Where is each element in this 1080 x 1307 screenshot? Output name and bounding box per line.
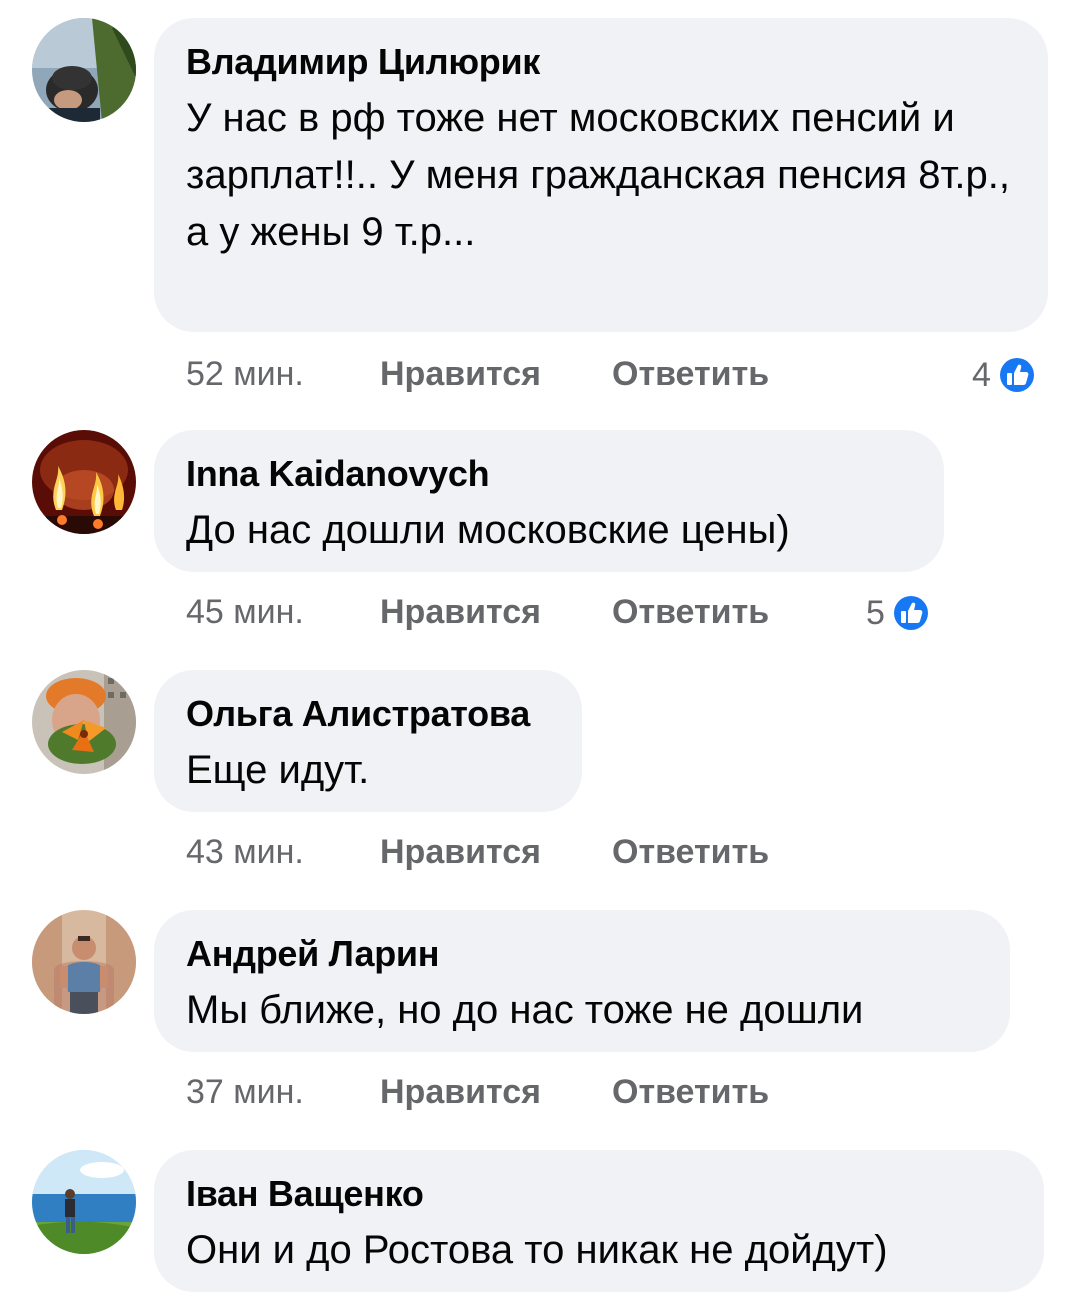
comment-actions: 37 мин. Нравится Ответить: [186, 1072, 786, 1112]
like-button[interactable]: Нравится: [380, 592, 541, 632]
comment-actions: 43 мин. Нравится Ответить: [186, 832, 786, 872]
reaction-count[interactable]: 4: [972, 352, 1037, 395]
timestamp[interactable]: 37 мин.: [186, 1072, 304, 1112]
avatar[interactable]: [32, 18, 136, 122]
author-name[interactable]: Ольга Алистратова: [186, 692, 548, 736]
avatar[interactable]: [32, 910, 136, 1014]
comment-actions: 45 мин. Нравится Ответить: [186, 592, 786, 632]
like-icon: [997, 355, 1037, 395]
comment-text: До нас дошли московские цены): [186, 508, 790, 552]
like-button[interactable]: Нравится: [380, 354, 541, 394]
reply-button[interactable]: Ответить: [612, 1072, 769, 1112]
reaction-count[interactable]: 5: [866, 590, 931, 633]
reaction-number: 5: [866, 594, 885, 633]
avatar[interactable]: [32, 670, 136, 774]
author-name[interactable]: Іван Ващенко: [186, 1172, 1010, 1216]
comment-text: Мы ближе, но до нас тоже не дошли: [186, 988, 864, 1032]
reply-button[interactable]: Ответить: [612, 832, 769, 872]
reaction-number: 4: [972, 356, 991, 395]
comment-text: Они и до Ростова то никак не дойдут): [186, 1228, 888, 1272]
timestamp[interactable]: 52 мин.: [186, 354, 304, 394]
comment-text: У нас в рф тоже нет московских пенсий и …: [186, 96, 1010, 254]
comment-bubble: Inna Kaidanovych До нас дошли московские…: [154, 430, 944, 572]
reply-button[interactable]: Ответить: [612, 354, 769, 394]
like-icon: [891, 593, 931, 633]
author-name[interactable]: Андрей Ларин: [186, 932, 976, 976]
comment-bubble: Владимир Цилюрик У нас в рф тоже нет мос…: [154, 18, 1048, 332]
timestamp[interactable]: 43 мин.: [186, 832, 304, 872]
reply-button[interactable]: Ответить: [612, 592, 769, 632]
comment-bubble: Ольга Алистратова Еще идут.: [154, 670, 582, 812]
avatar[interactable]: [32, 1150, 136, 1254]
author-name[interactable]: Владимир Цилюрик: [186, 40, 1014, 84]
comment-text: Еще идут.: [186, 748, 370, 792]
author-name[interactable]: Inna Kaidanovych: [186, 452, 910, 496]
comment-actions: 52 мин. Нравится Ответить: [186, 354, 786, 394]
timestamp[interactable]: 45 мин.: [186, 592, 304, 632]
comment-bubble: Іван Ващенко Они и до Ростова то никак н…: [154, 1150, 1044, 1292]
avatar[interactable]: [32, 430, 136, 534]
comment-bubble: Андрей Ларин Мы ближе, но до нас тоже не…: [154, 910, 1010, 1052]
like-button[interactable]: Нравится: [380, 1072, 541, 1112]
like-button[interactable]: Нравится: [380, 832, 541, 872]
